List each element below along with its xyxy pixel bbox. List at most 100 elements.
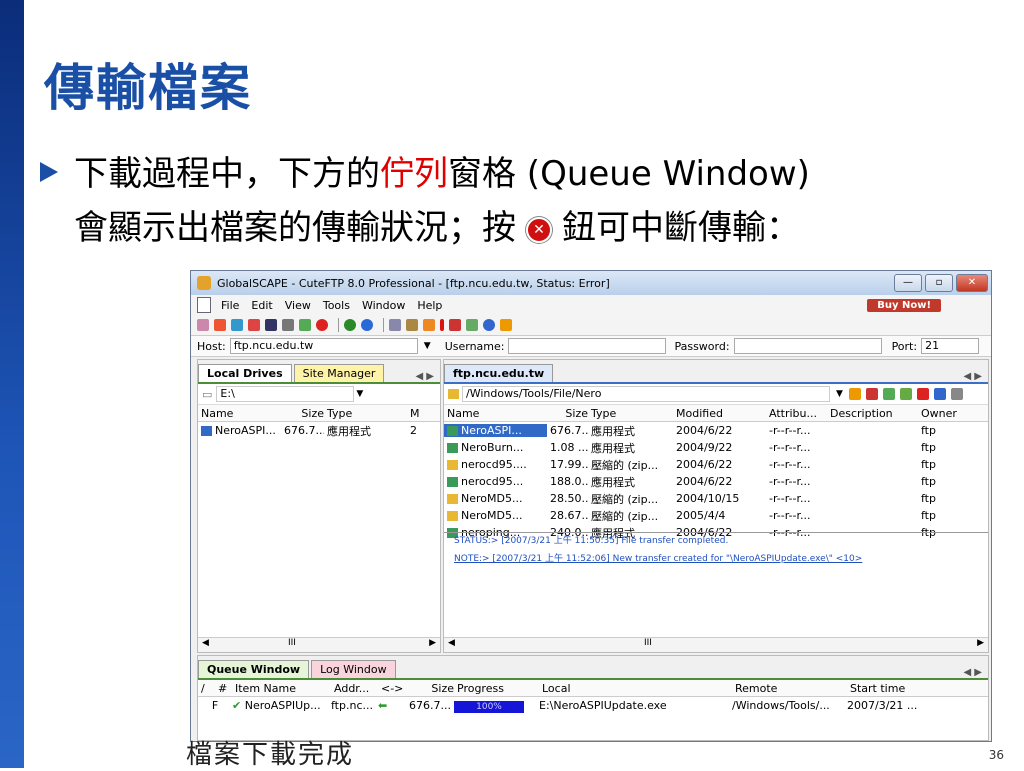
up-folder-icon[interactable] xyxy=(848,388,861,400)
menu-file[interactable]: File xyxy=(221,299,239,312)
tab-log-window[interactable]: Log Window xyxy=(311,660,396,678)
minimize-button[interactable]: — xyxy=(894,274,922,292)
col-type[interactable]: Type xyxy=(588,407,673,420)
file-type: 應用程式 xyxy=(591,441,635,455)
remote-path-dropdown-icon[interactable]: ▼ xyxy=(836,389,843,399)
remote-scroll-thumb[interactable]: III xyxy=(644,638,652,648)
menu-help[interactable]: Help xyxy=(417,299,442,312)
password-input[interactable] xyxy=(733,338,882,354)
col-modified[interactable]: M xyxy=(407,407,430,420)
table-row[interactable]: NeroMD5... 28.50... 壓縮的 (zip... 2004/10/15 -… xyxy=(444,490,988,507)
file-name: NeroMD5... xyxy=(444,492,547,505)
table-row[interactable]: nerocd95.... 17.99... 壓縮的 (zip... 2004/6/22… xyxy=(444,456,988,473)
col-size[interactable]: Size xyxy=(407,682,454,695)
help-icon[interactable] xyxy=(500,319,512,331)
buy-now-button[interactable]: Buy Now! xyxy=(867,298,941,312)
reconnect-icon[interactable] xyxy=(265,319,277,331)
col-item-name[interactable]: Item Name xyxy=(232,682,331,695)
col-owner[interactable]: Owner xyxy=(918,407,981,420)
site-icon[interactable] xyxy=(282,319,294,331)
host-input[interactable]: ftp.ncu.edu.tw xyxy=(229,338,418,354)
menu-window[interactable]: Window xyxy=(362,299,405,312)
stop-icon[interactable] xyxy=(316,319,328,331)
col-name[interactable]: Name xyxy=(444,407,547,420)
col-description[interactable]: Description xyxy=(827,407,918,420)
zip-file-icon xyxy=(447,511,458,521)
exe-file-icon xyxy=(447,443,458,453)
col-local[interactable]: Local xyxy=(539,682,732,695)
file-owner: ftp xyxy=(921,509,936,522)
exclamation-icon[interactable] xyxy=(440,319,444,331)
menu-edit[interactable]: Edit xyxy=(251,299,272,312)
table-row[interactable]: nerocd95... 188.0... 應用程式 2004/6/22 -r--r--r… xyxy=(444,473,988,490)
table-row[interactable]: NeroMD5... 28.67... 壓縮的 (zip... 2005/4/4 -r-… xyxy=(444,507,988,524)
file-name-text: NeroASPI... xyxy=(461,424,522,437)
port-input[interactable]: 21 xyxy=(921,338,980,354)
properties-icon[interactable] xyxy=(466,319,478,331)
col-progress[interactable]: Progress xyxy=(454,682,539,695)
col-size[interactable]: Size xyxy=(281,407,324,420)
new-icon[interactable] xyxy=(231,319,243,331)
table-row[interactable]: F ✔ NeroASPIUp... ftp.nc... ⬅ 676.7... 1… xyxy=(198,697,988,714)
view-icon[interactable] xyxy=(389,319,401,331)
queue-tabs: Queue Window Log Window ◀ ▶ xyxy=(198,656,988,680)
col-modified[interactable]: Modified xyxy=(673,407,766,420)
tab-queue-window[interactable]: Queue Window xyxy=(198,660,310,678)
file-size: 28.67... xyxy=(550,509,588,522)
remote-delete-icon[interactable] xyxy=(916,388,929,400)
menu-bar: File Edit View Tools Window Help Buy Now… xyxy=(191,295,991,315)
remote-hscrollbar[interactable]: ◀ III ▶ xyxy=(444,637,988,652)
connect-icon[interactable] xyxy=(197,319,209,331)
table-row[interactable]: NeroBurn... 1.08 ... 應用程式 2004/9/22 -r--r--r… xyxy=(444,439,988,456)
exe-file-icon xyxy=(201,426,212,436)
remote-refresh-icon[interactable] xyxy=(882,388,895,400)
queue-tab-arrows[interactable]: ◀ ▶ xyxy=(963,667,982,678)
local-scroll-thumb[interactable]: III xyxy=(288,638,296,648)
col-address[interactable]: Addr... xyxy=(331,682,378,695)
path-dropdown-icon[interactable]: ▼ xyxy=(356,389,363,399)
delete-icon[interactable] xyxy=(449,319,461,331)
folder-icon[interactable] xyxy=(423,319,435,331)
tab-site-manager[interactable]: Site Manager xyxy=(293,364,385,382)
col-flag[interactable]: / xyxy=(198,682,215,695)
menu-tools[interactable]: Tools xyxy=(323,299,350,312)
tab-remote-site[interactable]: ftp.ncu.edu.tw xyxy=(444,364,554,382)
edit-icon[interactable] xyxy=(406,319,418,331)
quick-connect-icon[interactable] xyxy=(214,319,226,331)
table-row[interactable]: NeroASPI... 676.7... 應用程式 2004/6/22 -r--r--r… xyxy=(444,422,988,439)
settings-icon[interactable] xyxy=(483,319,495,331)
tab-local-drives[interactable]: Local Drives xyxy=(198,364,292,382)
col-name[interactable]: Name xyxy=(198,407,281,420)
filter-icon[interactable] xyxy=(899,388,912,400)
col-remote[interactable]: Remote xyxy=(732,682,847,695)
col-direction[interactable]: <-> xyxy=(378,682,407,695)
bullet-line-1: 下載過程中，下方的佇列窗格 (Queue Window) xyxy=(74,146,810,195)
download-icon[interactable] xyxy=(344,319,356,331)
folder-icon xyxy=(448,389,459,399)
host-dropdown-icon[interactable]: ▼ xyxy=(424,341,431,351)
local-hscrollbar[interactable]: ◀ III ▶ xyxy=(198,637,440,652)
col-type[interactable]: Type xyxy=(324,407,407,420)
remote-tab-arrows[interactable]: ◀ ▶ xyxy=(963,371,982,382)
upload-icon[interactable] xyxy=(361,319,373,331)
col-size[interactable]: Size xyxy=(547,407,588,420)
col-attributes[interactable]: Attribu... xyxy=(766,407,827,420)
new-folder-icon[interactable] xyxy=(865,388,878,400)
list-view-icon[interactable] xyxy=(933,388,946,400)
quick-connect-bar: Host: ftp.ncu.edu.tw ▼ Username: Passwor… xyxy=(191,335,991,357)
local-path-input[interactable]: E:\ xyxy=(216,386,355,402)
table-row[interactable]: NeroASPI... 676.7... 應用程式 2 xyxy=(198,422,440,439)
remote-tools-icon[interactable] xyxy=(950,388,963,400)
remote-path-input[interactable]: /Windows/Tools/File/Nero xyxy=(462,386,830,402)
col-start-time[interactable]: Start time xyxy=(847,682,930,695)
close-button[interactable]: ✕ xyxy=(956,274,988,292)
disconnect-icon[interactable] xyxy=(248,319,260,331)
file-modified: 2004/9/22 xyxy=(676,441,733,454)
username-input[interactable] xyxy=(508,338,667,354)
refresh-icon[interactable] xyxy=(299,319,311,331)
tab-scroll-arrows[interactable]: ◀ ▶ xyxy=(415,371,434,382)
menu-view[interactable]: View xyxy=(285,299,311,312)
file-type: 應用程式 xyxy=(327,424,371,438)
col-index[interactable]: # xyxy=(215,682,232,695)
maximize-button[interactable]: ▫ xyxy=(925,274,953,292)
